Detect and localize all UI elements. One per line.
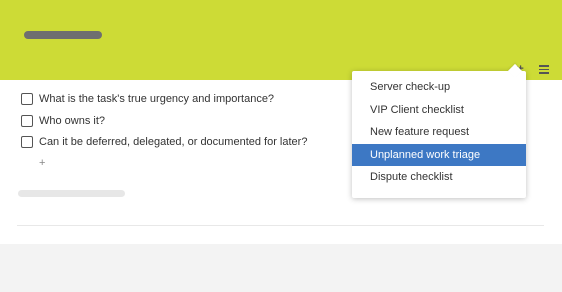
template-dropdown-menu: Server check-up VIP Client checklist New… <box>352 71 526 198</box>
checkbox[interactable] <box>21 115 33 127</box>
menu-item-vip-client-checklist[interactable]: VIP Client checklist <box>352 99 526 121</box>
header-bar <box>0 0 562 80</box>
divider <box>17 225 544 226</box>
menu-item-dispute-checklist[interactable]: Dispute checklist <box>352 166 526 188</box>
hamburger-menu-icon[interactable] <box>539 62 549 76</box>
checkbox[interactable] <box>21 136 33 148</box>
checklist-item-label: Can it be deferred, delegated, or docume… <box>39 136 308 148</box>
loading-placeholder-bar <box>18 190 125 197</box>
checkbox[interactable] <box>21 93 33 105</box>
menu-item-unplanned-work-triage[interactable]: Unplanned work triage <box>352 144 526 166</box>
checklist-item-label: Who owns it? <box>39 115 106 127</box>
title-placeholder <box>24 31 102 39</box>
add-item-button[interactable]: + <box>39 157 45 169</box>
checklist-item-label: What is the task's true urgency and impo… <box>39 93 275 105</box>
menu-item-server-check-up[interactable]: Server check-up <box>352 76 526 98</box>
menu-item-new-feature-request[interactable]: New feature request <box>352 121 526 143</box>
